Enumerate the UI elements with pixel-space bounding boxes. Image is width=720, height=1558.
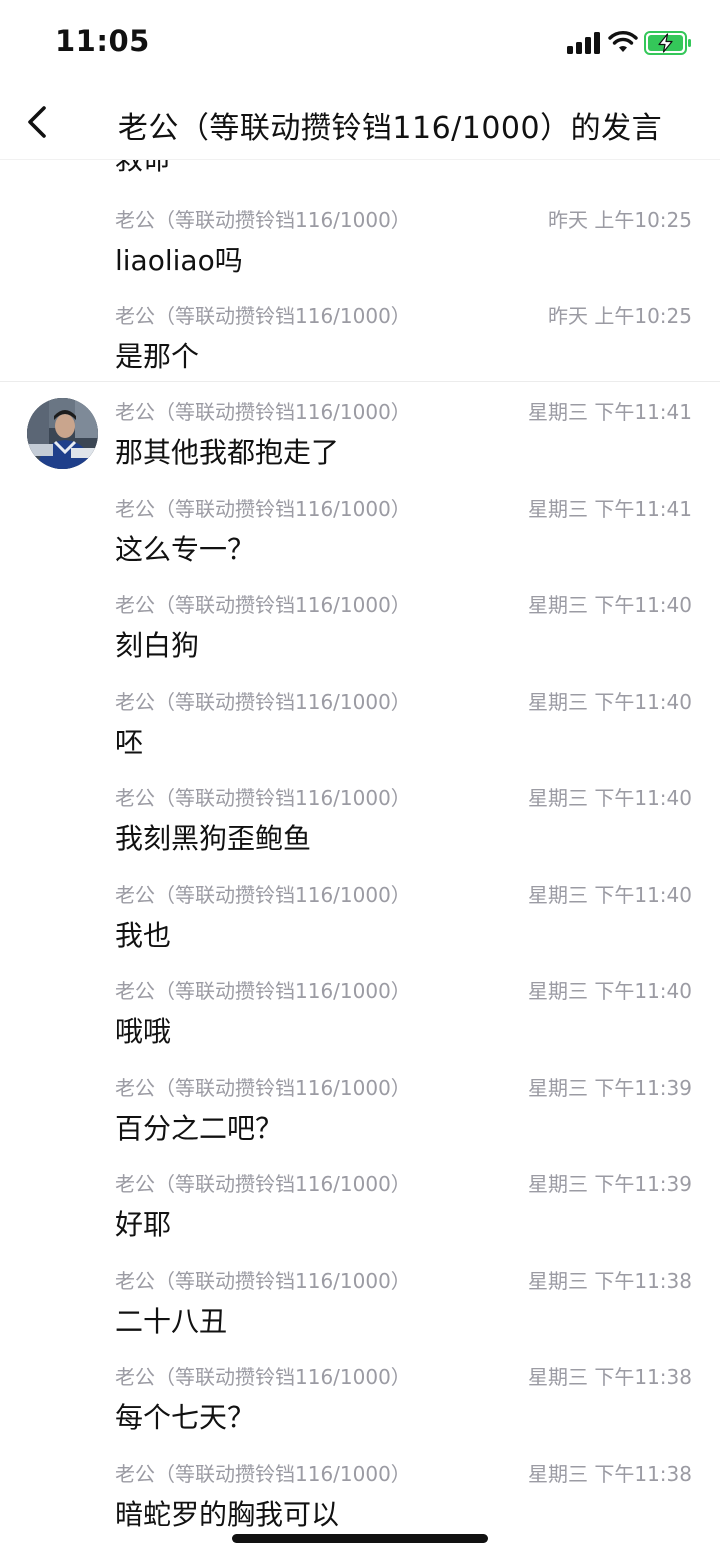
message-text: 百分之二吧？ <box>115 1112 284 1145</box>
message-time: 星期三 下午11:40 <box>528 593 692 617</box>
status-bar: 11:05 <box>0 0 720 86</box>
message-item[interactable]: 老公（等联动攒铃铛116/1000） 星期三 下午11:39 好耶 <box>0 1168 720 1264</box>
message-time: 星期三 下午11:41 <box>528 497 692 521</box>
day-divider <box>0 381 720 382</box>
message-item[interactable]: 老公（等联动攒铃铛116/1000） 星期三 下午11:40 我也 <box>0 879 720 975</box>
partial-message-text: 救命 <box>115 160 171 178</box>
message-sender: 老公（等联动攒铃铛116/1000） <box>115 1462 411 1486</box>
message-sender: 老公（等联动攒铃铛116/1000） <box>115 593 411 617</box>
message-sender: 老公（等联动攒铃铛116/1000） <box>115 304 411 328</box>
cellular-signal-icon <box>567 32 601 54</box>
message-sender: 老公（等联动攒铃铛116/1000） <box>115 1269 411 1293</box>
message-item[interactable]: 老公（等联动攒铃铛116/1000） 星期三 下午11:39 百分之二吧？ <box>0 1072 720 1168</box>
message-time: 星期三 下午11:39 <box>528 1172 692 1196</box>
message-item[interactable]: 老公（等联动攒铃铛116/1000） 星期三 下午11:40 刻白狗 <box>0 589 720 685</box>
message-sender: 老公（等联动攒铃铛116/1000） <box>115 1076 411 1100</box>
message-time: 星期三 下午11:38 <box>528 1462 692 1486</box>
message-sender: 老公（等联动攒铃铛116/1000） <box>115 208 411 232</box>
message-text: 哦哦 <box>115 1015 172 1048</box>
message-time: 星期三 下午11:40 <box>528 979 692 1003</box>
partial-message: 救命 <box>0 160 720 190</box>
message-time: 星期三 下午11:40 <box>528 883 692 907</box>
wifi-icon <box>608 31 638 52</box>
message-sender: 老公（等联动攒铃铛116/1000） <box>115 690 411 714</box>
message-sender: 老公（等联动攒铃铛116/1000） <box>115 883 411 907</box>
message-sender: 老公（等联动攒铃铛116/1000） <box>115 979 411 1003</box>
status-time: 11:05 <box>55 24 150 58</box>
message-text: 这么专一？ <box>115 533 256 566</box>
message-time: 星期三 下午11:39 <box>528 1076 692 1100</box>
message-item[interactable]: 老公（等联动攒铃铛116/1000） 星期三 下午11:38 每个七天？ <box>0 1361 720 1457</box>
message-time: 星期三 下午11:40 <box>528 786 692 810</box>
message-sender: 老公（等联动攒铃铛116/1000） <box>115 497 411 521</box>
message-text: 好耶 <box>115 1208 172 1241</box>
message-time: 星期三 下午11:38 <box>528 1269 692 1293</box>
message-text: 是那个 <box>115 340 200 373</box>
message-sender: 老公（等联动攒铃铛116/1000） <box>115 786 411 810</box>
message-text: 我也 <box>115 919 172 952</box>
message-item[interactable]: 老公（等联动攒铃铛116/1000） 星期三 下午11:40 呸 <box>0 686 720 782</box>
message-text: 刻白狗 <box>115 629 200 662</box>
message-item[interactable]: 老公（等联动攒铃铛116/1000） 星期三 下午11:40 我刻黑狗歪鲍鱼 <box>0 782 720 878</box>
nav-bar: 老公（等联动攒铃铛116/1000）的发言 <box>0 86 720 160</box>
message-time: 昨天 上午10:25 <box>548 208 692 232</box>
message-text: 那其他我都抱走了 <box>115 436 340 469</box>
back-arrow-icon[interactable] <box>22 102 54 142</box>
message-item[interactable]: 老公（等联动攒铃铛116/1000） 星期三 下午11:41 那其他我都抱走了 <box>0 396 720 492</box>
message-item[interactable]: 老公（等联动攒铃铛116/1000） 星期三 下午11:40 哦哦 <box>0 975 720 1071</box>
message-time: 星期三 下午11:41 <box>528 400 692 424</box>
message-list[interactable]: 救命 老公（等联动攒铃铛116/1000） 昨天 上午10:25 liaolia… <box>0 160 720 1558</box>
battery-charging-icon <box>644 31 691 55</box>
message-text: 暗蛇罗的胸我可以 <box>115 1498 340 1531</box>
message-text: 二十八丑 <box>115 1305 228 1338</box>
message-text: liaoliao吗 <box>115 244 243 277</box>
message-sender: 老公（等联动攒铃铛116/1000） <box>115 1365 411 1389</box>
message-time: 昨天 上午10:25 <box>548 304 692 328</box>
message-item[interactable]: 老公（等联动攒铃铛116/1000） 星期三 下午11:41 这么专一？ <box>0 493 720 589</box>
message-item[interactable]: 老公（等联动攒铃铛116/1000） 昨天 上午10:25 liaoliao吗 <box>0 204 720 300</box>
message-sender: 老公（等联动攒铃铛116/1000） <box>115 400 411 424</box>
message-text: 呸 <box>115 726 144 759</box>
message-text: 每个七天？ <box>115 1401 256 1434</box>
home-indicator[interactable] <box>232 1534 488 1543</box>
message-item[interactable]: 老公（等联动攒铃铛116/1000） 星期三 下午11:38 二十八丑 <box>0 1265 720 1361</box>
message-text: 我刻黑狗歪鲍鱼 <box>115 822 312 855</box>
message-sender: 老公（等联动攒铃铛116/1000） <box>115 1172 411 1196</box>
message-time: 星期三 下午11:38 <box>528 1365 692 1389</box>
screen: 11:05 老公（等联动攒铃铛116/1000）的发言 救命 <box>0 0 720 1558</box>
page-title: 老公（等联动攒铃铛116/1000）的发言 <box>117 111 663 146</box>
message-time: 星期三 下午11:40 <box>528 690 692 714</box>
